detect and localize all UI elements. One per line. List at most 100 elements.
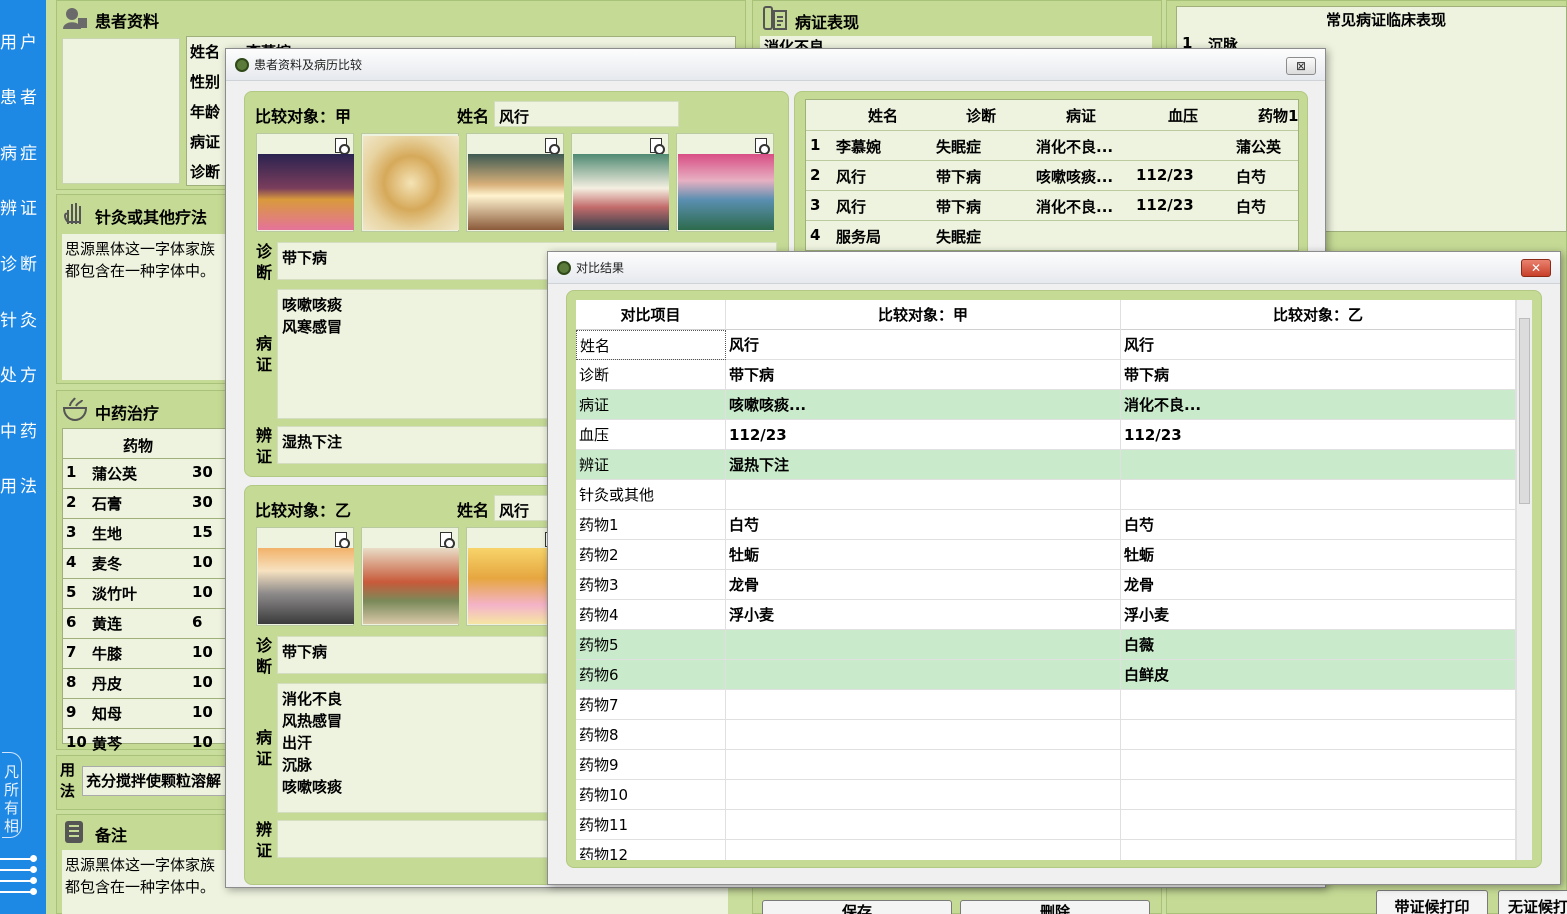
records-table: 姓名 诊断 病证 血压 药物1 1 李慕婉 失眠症 消化不良... 蒲公英 2 风行 带下病咳…: [805, 99, 1299, 251]
table-row[interactable]: 药物10: [576, 780, 1516, 810]
herb-row-index: 7: [66, 643, 77, 661]
table-row[interactable]: 1 蒲公英 30: [62, 458, 228, 488]
table-row[interactable]: 药物5 白薇: [576, 630, 1516, 660]
object-a-label: 比较对象：甲: [255, 107, 352, 126]
table-row[interactable]: 药物3 龙骨 龙骨: [576, 570, 1516, 600]
result-cell-item: 药物4: [576, 600, 726, 630]
compare-window-titlebar[interactable]: 患者资料及病历比较: [226, 49, 1325, 81]
nav-item-user[interactable]: 用户: [0, 28, 46, 53]
nav-item-disease[interactable]: 病症: [0, 139, 46, 164]
acupuncture-panel-title: 针灸或其他疗法: [95, 208, 208, 227]
table-row[interactable]: 针灸或其他: [576, 480, 1516, 510]
herb-bowl-icon: [62, 396, 88, 422]
herb-table-header: 药物: [123, 437, 154, 455]
usage-input[interactable]: 充分搅拌使颗粒溶解: [82, 766, 228, 796]
object-a-image-5[interactable]: [676, 133, 774, 232]
scrollbar-thumb[interactable]: [1519, 318, 1530, 504]
object-a-image-2[interactable]: [361, 133, 459, 232]
result-cell-b: 白薇: [1121, 630, 1516, 660]
table-row[interactable]: 姓名 风行 风行: [576, 330, 1516, 360]
table-row[interactable]: 10 黄芩 10: [62, 728, 228, 758]
document-icon[interactable]: [440, 532, 455, 549]
table-row[interactable]: 血压 112/23 112/23: [576, 420, 1516, 450]
object-a-image-4[interactable]: [571, 133, 669, 232]
table-row[interactable]: 药物8: [576, 720, 1516, 750]
object-b-diagnosis-label: 诊断: [255, 636, 272, 676]
patient-photo[interactable]: [62, 38, 180, 184]
table-row[interactable]: 药物1 白芍 白芍: [576, 510, 1516, 540]
table-row[interactable]: 7 牛膝 10: [62, 638, 228, 668]
table-row[interactable]: 4 麦冬 10: [62, 548, 228, 578]
table-row[interactable]: 药物6 白鲜皮: [576, 660, 1516, 690]
delete-button[interactable]: 删除: [960, 900, 1150, 914]
result-cell-item: 药物6: [576, 660, 726, 690]
table-row[interactable]: 3 风行 带下病 消化不良... 112/23 白芍: [806, 190, 1298, 220]
object-b-symptom-label: 病证: [255, 728, 272, 768]
document-icon[interactable]: [335, 532, 350, 549]
result-table: 对比项目 比较对象：甲 比较对象：乙 姓名 风行 风行 诊断 带下病 带下病 病证 咳嗽咳痰.…: [576, 300, 1516, 860]
result-window-titlebar[interactable]: 对比结果: [548, 252, 1560, 284]
table-row[interactable]: 8 丹皮 10: [62, 668, 228, 698]
object-a-image-1[interactable]: [256, 133, 354, 232]
table-row[interactable]: 病证 咳嗽咳痰... 消化不良...: [576, 390, 1516, 420]
records-header-name: 姓名: [868, 107, 899, 125]
result-cell-item: 药物5: [576, 630, 726, 660]
nav-item-acupuncture[interactable]: 针灸: [0, 306, 46, 331]
table-row[interactable]: 6 黄连 6: [62, 608, 228, 638]
records-cell-idx: 1: [810, 136, 821, 154]
document-icon[interactable]: [755, 138, 770, 155]
table-row[interactable]: 4 服务局 失眠症: [806, 220, 1298, 250]
nav-item-prescription[interactable]: 处方: [0, 361, 46, 386]
herb-row-index: 9: [66, 703, 77, 721]
table-row[interactable]: 药物9: [576, 750, 1516, 780]
nav-item-usage[interactable]: 用法: [0, 472, 46, 497]
result-header-b: 比较对象：乙: [1121, 300, 1516, 330]
result-close-button[interactable]: ✕: [1521, 259, 1551, 277]
table-row[interactable]: 药物2 牡蛎 牡蛎: [576, 540, 1516, 570]
result-cell-b: 龙骨: [1121, 570, 1516, 600]
document-icon[interactable]: [335, 138, 350, 155]
save-button[interactable]: 保存: [762, 900, 952, 914]
object-a-name-field[interactable]: 风行: [494, 101, 679, 127]
print-without-syndrome-button[interactable]: 无证候打: [1498, 890, 1567, 914]
print-with-syndrome-button[interactable]: 带证候打印: [1376, 890, 1488, 914]
table-row[interactable]: 2 风行 带下病 咳嗽咳痰... 112/23 白芍: [806, 160, 1298, 190]
result-cell-item: 药物11: [576, 810, 726, 840]
object-b-image-1[interactable]: [256, 527, 354, 626]
document-icon[interactable]: [650, 138, 665, 155]
compare-close-button[interactable]: ⊠: [1286, 57, 1316, 75]
table-row[interactable]: 辨证 湿热下注: [576, 450, 1516, 480]
nav-item-herbs[interactable]: 中药: [0, 417, 46, 442]
nav-item-diagnosis[interactable]: 诊断: [0, 250, 46, 275]
result-scrollbar[interactable]: [1516, 300, 1532, 860]
table-row[interactable]: 9 知母 10: [62, 698, 228, 728]
object-a-image-3[interactable]: [466, 133, 564, 232]
table-row[interactable]: 药物11: [576, 810, 1516, 840]
result-cell-a: 风行: [726, 330, 1121, 360]
acupuncture-text-area[interactable]: 思源黑体这一字体家族 都包含在一种字体中。: [62, 234, 228, 380]
table-row[interactable]: 2 石膏 30: [62, 488, 228, 518]
table-row[interactable]: 药物7: [576, 690, 1516, 720]
result-cell-a: [726, 780, 1121, 810]
nav-item-patient[interactable]: 患者: [0, 83, 46, 108]
herb-row-qty: 15: [192, 523, 213, 541]
acupuncture-text-line: 都包含在一种字体中。: [65, 262, 216, 280]
table-row[interactable]: 5 淡竹叶 10: [62, 578, 228, 608]
document-icon[interactable]: [545, 138, 560, 155]
object-b-label: 比较对象：乙: [255, 501, 352, 520]
object-b-image-2[interactable]: [361, 527, 459, 626]
nav-item-syndrome[interactable]: 辨证: [0, 194, 46, 219]
result-cell-item: 诊断: [576, 360, 726, 390]
table-row[interactable]: 1 李慕婉 失眠症 消化不良... 蒲公英: [806, 130, 1298, 160]
menu-lines-icon[interactable]: [0, 855, 40, 902]
result-cell-item: 药物1: [576, 510, 726, 540]
records-header-diagnosis: 诊断: [966, 107, 997, 125]
table-row[interactable]: 药物12: [576, 840, 1516, 860]
result-cell-a: 湿热下注: [726, 450, 1121, 480]
result-cell-a: [726, 840, 1121, 860]
records-cell-bp: 112/23: [1136, 196, 1194, 214]
result-cell-a: 龙骨: [726, 570, 1121, 600]
table-row[interactable]: 药物4 浮小麦 浮小麦: [576, 600, 1516, 630]
table-row[interactable]: 诊断 带下病 带下病: [576, 360, 1516, 390]
table-row[interactable]: 3 生地 15: [62, 518, 228, 548]
